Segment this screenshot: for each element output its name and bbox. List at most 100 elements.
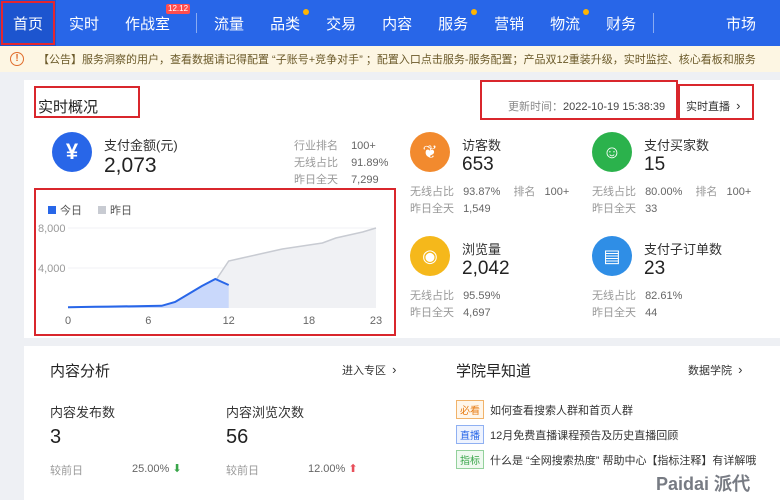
nav-marketing[interactable]: 营销 bbox=[481, 0, 537, 46]
arrow-up-icon: ⬆ bbox=[348, 463, 358, 475]
nav-war-room-label: 作战室 bbox=[125, 15, 171, 33]
stat-value: 100+ bbox=[544, 186, 570, 198]
academy-title: 学院早知道 bbox=[456, 363, 532, 380]
stat-label: 排名 bbox=[513, 186, 536, 198]
buyer-icon: ☺ bbox=[592, 132, 632, 172]
content-link[interactable]: 进入专区 › bbox=[342, 362, 396, 378]
top-nav: 首页 实时 作战室 12.12 流量 品类 交易 内容 服务 营销 物流 财务 … bbox=[0, 0, 780, 46]
chevron-right-icon: › bbox=[736, 98, 741, 113]
nav-realtime[interactable]: 实时 bbox=[56, 0, 112, 46]
metric-value: 23 bbox=[644, 258, 666, 279]
content-metric-value: 3 bbox=[50, 426, 62, 448]
legend-label: 昨日 bbox=[110, 205, 132, 217]
content-metric-label: 内容浏览次数 bbox=[226, 405, 305, 420]
stat-label: 无线占比 bbox=[592, 290, 636, 302]
stat-value: 93.87% bbox=[463, 186, 501, 198]
academy-item-text: 12月免费直播课程预告及历史直播回顾 bbox=[490, 430, 679, 442]
nav-traffic[interactable]: 流量 bbox=[201, 0, 257, 46]
nav-category-label: 品类 bbox=[270, 15, 301, 33]
metric-stat-row: 无线占比 95.59% bbox=[410, 287, 500, 303]
y-tick-label: 4,000 bbox=[38, 263, 66, 275]
notice-bar: ! 【公告】服务洞察的用户，查看数据请记得配置 “子账号+竞争对手” ；配置入口… bbox=[0, 46, 780, 72]
stat-label: 昨日全天 bbox=[592, 307, 636, 319]
realtime-panel: 实时概况 更新时间：2022-10-19 15:38:39 实时直播 › ¥ 支… bbox=[24, 80, 780, 338]
legend-label: 今日 bbox=[60, 205, 82, 217]
stat-value: 91.89% bbox=[351, 157, 389, 169]
legend-today[interactable]: 今日 bbox=[48, 202, 82, 218]
stat-value: 80.00% bbox=[645, 186, 683, 198]
eye-icon: ◉ bbox=[410, 236, 450, 276]
metric-stat-row: 无线占比 82.61% bbox=[592, 287, 682, 303]
academy-link[interactable]: 数据学院 › bbox=[688, 362, 742, 378]
legend-swatch bbox=[48, 206, 56, 214]
stat-value: 33 bbox=[645, 203, 658, 215]
y-tick-label: 8,000 bbox=[38, 223, 66, 235]
nav-market[interactable]: 市场 bbox=[713, 0, 780, 46]
tag-live: 直播 bbox=[456, 425, 484, 444]
nav-logistics[interactable]: 物流 bbox=[537, 0, 593, 46]
new-dot-icon bbox=[303, 9, 310, 15]
live-link-label: 实时直播 bbox=[686, 101, 730, 113]
stat-label: 昨日全天 bbox=[592, 203, 636, 215]
event-badge: 12.12 bbox=[166, 4, 191, 14]
stat-value: 44 bbox=[645, 307, 658, 319]
content-link-label: 进入专区 bbox=[342, 365, 386, 377]
tag-metric: 指标 bbox=[456, 450, 484, 469]
academy-item[interactable]: 指标 什么是 “全网搜索热度” 帮助中心【指标注释】有详解哦 bbox=[456, 450, 756, 469]
mobile-share: 无线占比 91.89% bbox=[294, 154, 388, 170]
x-tick-label: 23 bbox=[370, 315, 382, 327]
nav-service-label: 服务 bbox=[438, 15, 469, 33]
stat-value: 1,549 bbox=[463, 203, 491, 215]
x-tick-label: 0 bbox=[65, 315, 71, 327]
nav-home[interactable]: 首页 bbox=[0, 0, 57, 46]
update-time-label: 更新时间： bbox=[508, 101, 563, 113]
stat-label: 排名 bbox=[695, 186, 718, 198]
stat-value: 100+ bbox=[351, 140, 376, 152]
academy-item-text: 什么是 “全网搜索热度” 帮助中心【指标注释】有详解哦 bbox=[490, 455, 757, 467]
update-time-value: 2022-10-19 15:38:39 bbox=[563, 101, 666, 113]
metric-value: 2,042 bbox=[462, 258, 510, 279]
content-metric-label: 内容发布数 bbox=[50, 405, 116, 420]
legend-yesterday[interactable]: 昨日 bbox=[98, 202, 132, 218]
stat-value: 4,697 bbox=[463, 307, 491, 319]
nav-divider bbox=[653, 13, 655, 33]
metric-label: 访客数 bbox=[462, 138, 502, 153]
metric-stat-row: 无线占比 93.87% 排名 100+ bbox=[410, 183, 569, 199]
chevron-right-icon: › bbox=[392, 362, 397, 377]
live-link[interactable]: 实时直播 › bbox=[686, 98, 740, 114]
content-change: 25.00% ⬇ bbox=[132, 462, 182, 475]
stat-value: 95.59% bbox=[463, 290, 501, 302]
arrow-down-icon: ⬇ bbox=[172, 463, 182, 475]
today-area bbox=[68, 279, 229, 308]
clipboard-icon: ▤ bbox=[592, 236, 632, 276]
new-dot-icon bbox=[583, 9, 590, 15]
stat-label: 昨日全天 bbox=[410, 307, 454, 319]
realtime-trend-chart: 8,000 4,000 0 6 12 18 23 bbox=[38, 223, 382, 327]
industry-rank: 行业排名 100+ bbox=[294, 137, 376, 153]
nav-category[interactable]: 品类 bbox=[257, 0, 313, 46]
metric-label: 浏览量 bbox=[462, 242, 502, 257]
metric-label: 支付买家数 bbox=[644, 138, 710, 153]
metric-stat-row: 昨日全天 4,697 bbox=[410, 304, 491, 320]
payment-value: 2,073 bbox=[104, 154, 157, 177]
academy-item[interactable]: 必看 如何查看搜索人群和首页人群 bbox=[456, 400, 633, 419]
academy-item[interactable]: 直播 12月免费直播课程预告及历史直播回顾 bbox=[456, 425, 678, 444]
nav-content[interactable]: 内容 bbox=[369, 0, 425, 46]
nav-service[interactable]: 服务 bbox=[425, 0, 481, 46]
payment-label: 支付金额(元) bbox=[104, 138, 178, 153]
stat-label: 昨日全天 bbox=[294, 174, 338, 186]
metric-value: 15 bbox=[644, 154, 666, 175]
academy-link-label: 数据学院 bbox=[688, 365, 732, 377]
nav-logistics-label: 物流 bbox=[550, 15, 581, 33]
stat-value: 82.61% bbox=[645, 290, 683, 302]
content-compare: 较前日 bbox=[50, 465, 83, 477]
nav-war-room[interactable]: 作战室 12.12 bbox=[112, 0, 192, 46]
notice-text[interactable]: 【公告】服务洞察的用户，查看数据请记得配置 “子账号+竞争对手” ；配置入口点击… bbox=[38, 51, 756, 67]
metric-stat-row: 昨日全天 44 bbox=[592, 304, 657, 320]
content-title: 内容分析 bbox=[50, 363, 111, 380]
nav-finance[interactable]: 财务 bbox=[593, 0, 649, 46]
nav-trade[interactable]: 交易 bbox=[313, 0, 369, 46]
stat-label: 无线占比 bbox=[410, 186, 454, 198]
footprint-icon: ❦ bbox=[410, 132, 450, 172]
update-time: 更新时间：2022-10-19 15:38:39 bbox=[508, 98, 665, 114]
